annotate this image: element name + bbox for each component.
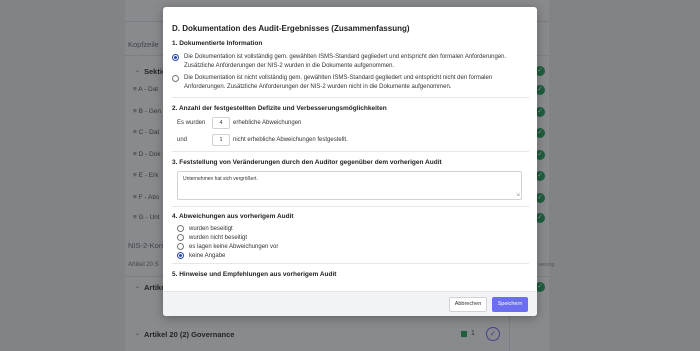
section-title: 5. Hinweise und Empfehlungen aus vorheri… (172, 271, 337, 278)
row-suffix: erhebliche Abweichungen (233, 120, 302, 126)
radio-button[interactable] (172, 75, 179, 82)
section-auditor-changes: 3. Feststellung von Veränderungen durch … (172, 152, 529, 207)
section-title: 1. Dokumentierte Information (172, 40, 263, 47)
minor-deviations-row: und 1 nicht erhebliche Abweichungen fest… (172, 134, 529, 146)
major-deviations-row: Es wurden 4 erhebliche Abweichungen (172, 117, 529, 129)
radio-group: wurden beseitigt wurden nicht beseitigt … (172, 224, 529, 260)
section-deficit-count: 2. Anzahl der festgestellten Defizite un… (172, 98, 529, 152)
row-prefix: Es wurden (177, 120, 206, 126)
minor-deviations-input[interactable]: 1 (212, 134, 230, 146)
radio-option-complete[interactable]: Die Dokumentation ist vollständig gem. g… (172, 53, 529, 70)
radio-option-incomplete[interactable]: Die Dokumentation ist nicht vollständig … (172, 74, 529, 91)
radio-label: Die Dokumentation ist nicht vollständig … (184, 75, 493, 90)
section-documented-information: 1. Dokumentierte Information Die Dokumen… (172, 37, 529, 98)
changes-textarea[interactable]: Unternehmen hat sich vergrößert. ⇲ (177, 171, 522, 200)
radio-button[interactable] (177, 234, 184, 241)
dialog-footer: Abbrechen Speichern (163, 291, 537, 316)
cancel-button[interactable]: Abbrechen (449, 296, 487, 312)
radio-button[interactable] (177, 243, 184, 250)
row-prefix: und (177, 137, 188, 143)
radio-option[interactable]: wurden nicht beseitigt (177, 233, 529, 242)
section-previous-deviations: 4. Abweichungen aus vorherigem Audit wur… (172, 207, 529, 264)
radio-label: Die Dokumentation ist vollständig gem. g… (184, 54, 507, 69)
radio-button[interactable] (177, 252, 184, 259)
radio-label: wurden beseitigt (189, 225, 233, 232)
audit-summary-dialog: D. Dokumentation des Audit-Ergebnisses (… (163, 7, 537, 316)
section-title: 3. Feststellung von Veränderungen durch … (172, 159, 442, 166)
section-title: 2. Anzahl der festgestellten Defizite un… (172, 105, 387, 112)
textarea-value: Unternehmen hat sich vergrößert. (183, 176, 258, 182)
save-button[interactable]: Speichern (492, 296, 528, 312)
dialog-body[interactable]: 1. Dokumentierte Information Die Dokumen… (163, 37, 537, 299)
radio-button[interactable] (177, 225, 184, 232)
radio-option[interactable]: es lagen keine Abweichungen vor (177, 242, 529, 251)
section-title: 4. Abweichungen aus vorherigem Audit (172, 213, 294, 220)
resize-handle-icon[interactable]: ⇲ (516, 193, 520, 198)
row-suffix: nicht erhebliche Abweichungen festgestel… (233, 137, 348, 143)
radio-label: es lagen keine Abweichungen vor (189, 243, 279, 250)
dialog-title: D. Dokumentation des Audit-Ergebnisses (… (172, 24, 410, 33)
radio-option[interactable]: wurden beseitigt (177, 224, 529, 233)
radio-option[interactable]: keine Angabe (177, 251, 529, 260)
radio-label: keine Angabe (189, 252, 226, 259)
section-previous-recommendations: 5. Hinweise und Empfehlungen aus vorheri… (172, 264, 529, 278)
radio-label: wurden nicht beseitigt (189, 234, 248, 241)
radio-button[interactable] (172, 54, 179, 61)
major-deviations-input[interactable]: 4 (212, 117, 230, 129)
